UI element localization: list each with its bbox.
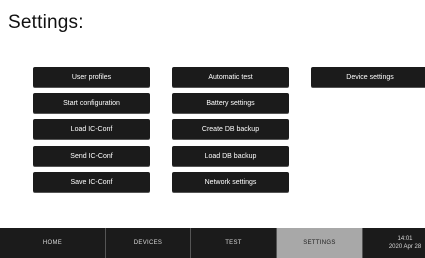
nav-devices[interactable]: DEVICES (106, 228, 191, 258)
page-title: Settings: (8, 12, 84, 33)
content-area: Settings: User profiles Start configurat… (0, 0, 425, 228)
send-ic-conf-button[interactable]: Send IC-Conf (33, 146, 150, 166)
bottom-navbar: HOME DEVICES TEST SETTINGS 14:01 2020 Ap… (0, 228, 425, 258)
settings-screen: Settings: User profiles Start configurat… (0, 0, 425, 258)
create-db-backup-button[interactable]: Create DB backup (172, 119, 289, 139)
clock-date: 2020 Apr 28 (388, 244, 422, 250)
battery-settings-button[interactable]: Battery settings (172, 93, 289, 113)
automatic-test-button[interactable]: Automatic test (172, 67, 289, 87)
nav-home[interactable]: HOME (0, 228, 106, 258)
load-db-backup-button[interactable]: Load DB backup (172, 146, 289, 166)
network-settings-button[interactable]: Network settings (172, 172, 289, 192)
start-configuration-button[interactable]: Start configuration (33, 93, 150, 113)
load-ic-conf-button[interactable]: Load IC-Conf (33, 119, 150, 139)
nav-settings[interactable]: SETTINGS (277, 228, 363, 258)
save-ic-conf-button[interactable]: Save IC-Conf (33, 172, 150, 192)
clock-display: 14:01 2020 Apr 28 (363, 228, 425, 258)
nav-test[interactable]: TEST (191, 228, 277, 258)
device-settings-button[interactable]: Device settings (311, 67, 425, 87)
clock-time: 14:01 (397, 236, 413, 242)
user-profiles-button[interactable]: User profiles (33, 67, 150, 87)
